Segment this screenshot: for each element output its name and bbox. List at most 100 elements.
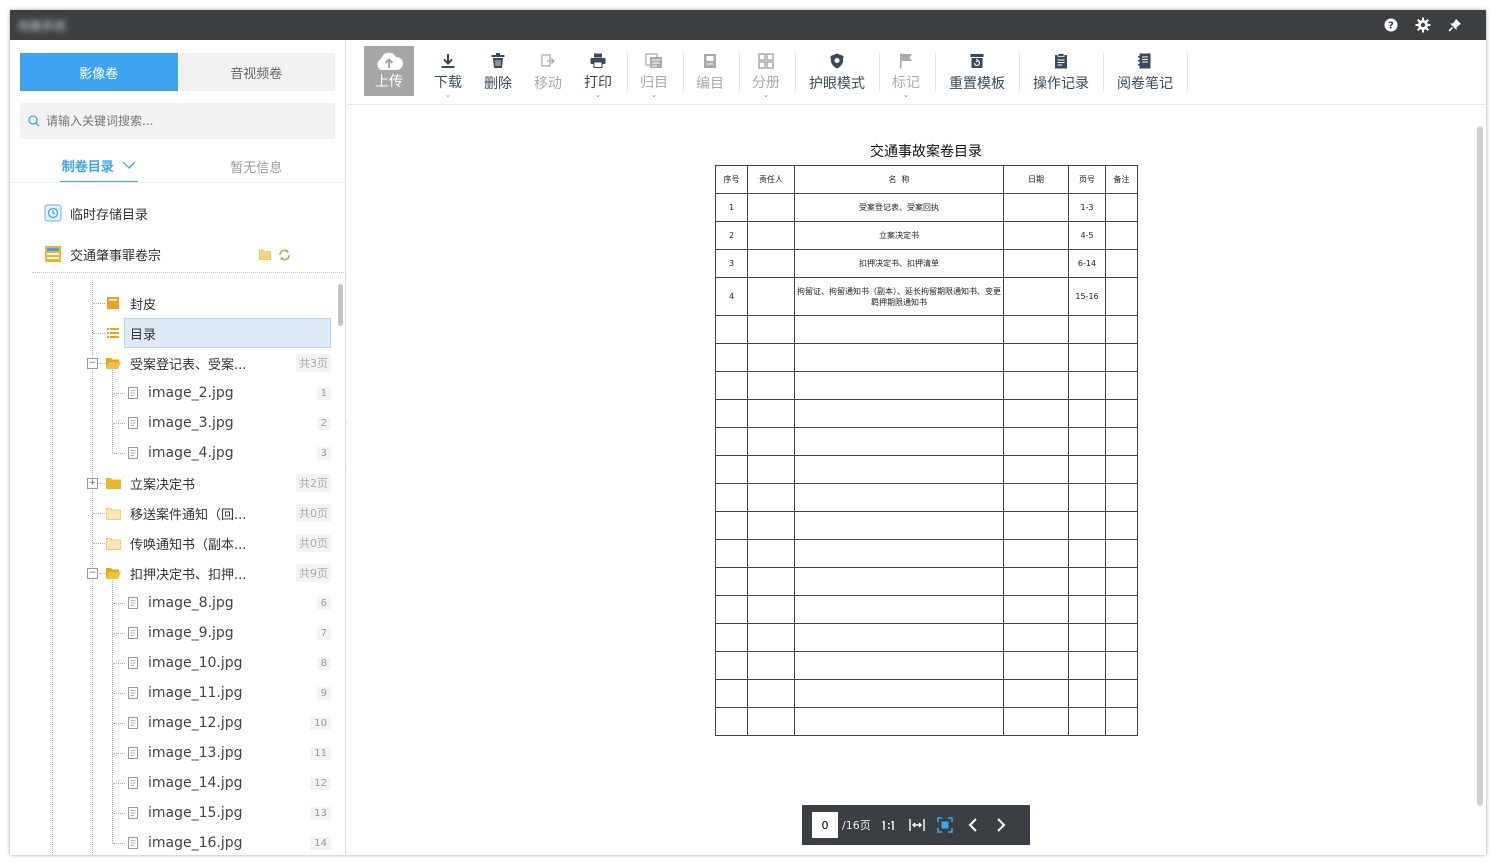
cell-date [1003, 249, 1069, 278]
expand-toggle[interactable]: + [87, 478, 98, 489]
collapse-toggle[interactable]: − [87, 568, 98, 579]
archive-button[interactable]: 归目 ⌄ [630, 46, 678, 99]
next-page-button[interactable] [991, 815, 1011, 835]
notes-button[interactable]: 阅卷笔记 [1106, 46, 1184, 98]
catalog-button[interactable]: 编目 [686, 46, 734, 98]
tree-node-folder[interactable]: 扣押决定书、扣押... 共9页 [106, 558, 331, 588]
file-icon [128, 627, 138, 639]
move-label: 移动 [534, 76, 562, 92]
shield-icon [830, 53, 844, 69]
divider [10, 182, 346, 183]
mark-label: 标记 [892, 75, 920, 91]
empty-folder-icon [106, 537, 121, 550]
tree-node-file[interactable]: image_4.jpg 3 [128, 438, 331, 468]
tree-node-catalog[interactable]: 目录 [106, 318, 331, 348]
mark-button[interactable]: 标记 ⌄ [882, 46, 930, 99]
collapse-toggle[interactable]: − [87, 358, 98, 369]
upload-button[interactable]: 上传 [364, 46, 414, 96]
op-log-button[interactable]: 操作记录 [1022, 46, 1100, 98]
file-icon [128, 747, 138, 759]
actual-size-button[interactable] [879, 815, 899, 835]
tree-node-file[interactable]: image_14.jpg 12 [128, 768, 331, 798]
cell-name: 拘留证、拘留通知书（副本）、延长拘留期限通知书、变更羁押期限通知书 [794, 277, 1004, 316]
sync-icon[interactable] [278, 249, 291, 261]
tree-node-label: 受案登记表、受案... [130, 357, 247, 373]
table-row-empty [715, 567, 1138, 596]
file-icon [128, 417, 138, 429]
move-button[interactable]: 移动 [524, 46, 572, 98]
tree-connector [99, 483, 105, 484]
tree-node-folder-empty[interactable]: 传唤通知书（副本... 共0页 [106, 528, 331, 558]
tab-no-info[interactable]: 暂无信息 [178, 150, 336, 182]
tree-node-cover[interactable]: 封皮 [106, 288, 331, 318]
search-input[interactable] [46, 114, 306, 128]
tree-node-folder[interactable]: 立案决定书 共2页 [106, 468, 331, 498]
help-icon[interactable]: ? [1382, 16, 1400, 34]
caret-down-icon: ⌄ [594, 90, 602, 99]
cell-no: 2 [715, 221, 748, 250]
table-row-empty [715, 623, 1138, 652]
eye-mode-button[interactable]: 护眼模式 [798, 46, 876, 98]
tree-node-file[interactable]: image_10.jpg 8 [128, 648, 331, 678]
tree-scrollbar[interactable] [338, 284, 343, 326]
tree-node-file[interactable]: image_16.jpg 14 [128, 828, 331, 855]
delete-button[interactable]: 删除 [474, 46, 522, 98]
download-label: 下载 [434, 75, 462, 91]
cell-remark [1105, 249, 1138, 278]
tree-node-label: image_10.jpg [148, 655, 243, 671]
page-input[interactable] [812, 812, 838, 838]
tree-node-file[interactable]: image_13.jpg 11 [128, 738, 331, 768]
move-icon [541, 54, 555, 67]
volume-tabs: 影像卷 音视频卷 [20, 53, 335, 91]
fit-page-button[interactable] [935, 815, 955, 835]
reset-template-label: 重置模板 [949, 76, 1005, 92]
file-icon [128, 837, 138, 849]
archive-icon [645, 52, 662, 68]
toolbar-divider [627, 52, 628, 92]
download-button[interactable]: 下载 ⌄ [424, 46, 472, 99]
fit-width-button[interactable] [907, 815, 927, 835]
tree-node-file[interactable]: image_12.jpg 10 [128, 708, 331, 738]
clipboard-icon [1055, 53, 1067, 69]
caret-down-icon: ⌄ [444, 90, 452, 99]
tab-volume-catalog[interactable]: 制卷目录 [20, 150, 178, 183]
folder-small-icon[interactable] [259, 249, 271, 260]
tree-node-file[interactable]: image_11.jpg 9 [128, 678, 331, 708]
chevron-left-icon [968, 818, 977, 832]
tree-connector [113, 663, 125, 664]
print-button[interactable]: 打印 ⌄ [574, 46, 622, 99]
tree-node-file[interactable]: image_8.jpg 6 [128, 588, 331, 618]
tree-connector [93, 543, 105, 544]
prev-page-button[interactable] [963, 815, 983, 835]
tree-node-label: 传唤通知书（副本... [130, 537, 247, 553]
empty-folder-icon [106, 507, 121, 520]
table-header-row: 序号 责任人 名 称 日期 页号 备注 [715, 165, 1138, 194]
tab-image-volume[interactable]: 影像卷 [20, 53, 178, 91]
pin-icon[interactable] [1446, 16, 1464, 34]
tree-node-label: image_14.jpg [148, 775, 243, 791]
tree-node-file[interactable]: image_3.jpg 2 [128, 408, 331, 438]
tree-node-file[interactable]: image_15.jpg 13 [128, 798, 331, 828]
table-row-empty [715, 511, 1138, 540]
table-row-empty [715, 455, 1138, 484]
split-button[interactable]: 分册 ⌄ [742, 46, 790, 99]
tree-connector [113, 813, 125, 814]
toolbar-divider [1019, 52, 1020, 92]
viewer-scrollbar[interactable] [1477, 126, 1483, 806]
tree-node-file[interactable]: image_2.jpg 1 [128, 378, 331, 408]
root-item-case-file[interactable]: 交通肇事罪卷宗 [44, 242, 161, 266]
tab-av-volume[interactable]: 音视频卷 [177, 53, 335, 91]
notes-label: 阅卷笔记 [1117, 76, 1173, 92]
fit-width-icon [909, 819, 925, 831]
tree-node-file[interactable]: image_9.jpg 7 [128, 618, 331, 648]
table-row: 3 扣押决定书、扣押清单 6-14 [715, 249, 1138, 278]
gear-icon[interactable] [1414, 16, 1432, 34]
tree-node-folder[interactable]: 受案登记表、受案... 共3页 [106, 348, 331, 378]
root-item-temp-storage[interactable]: 临时存储目录 [44, 201, 148, 225]
reset-template-button[interactable]: 重置模板 [938, 46, 1016, 98]
tree-node-folder-empty[interactable]: 移送案件通知（回... 共0页 [106, 498, 331, 528]
table-row-empty [715, 371, 1138, 400]
split-icon [758, 52, 774, 69]
table-row-empty [715, 651, 1138, 680]
tree-node-label: 移送案件通知（回... [130, 507, 247, 523]
